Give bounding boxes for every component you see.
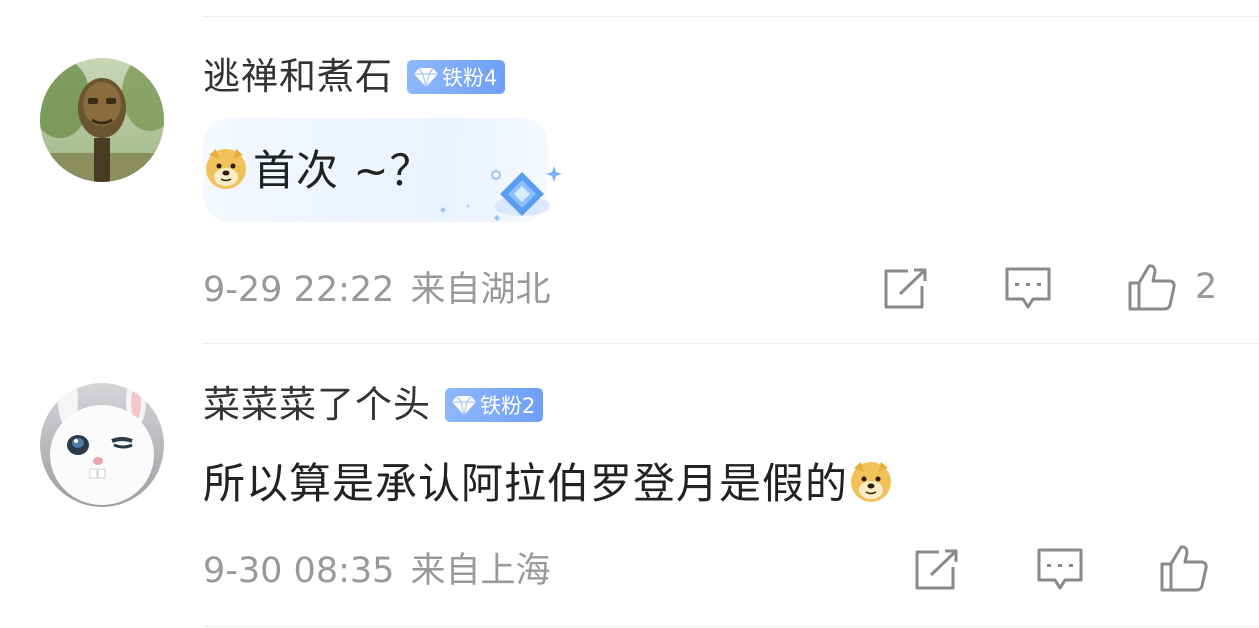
thumbs-up-icon bbox=[1160, 545, 1208, 592]
repost-button[interactable] bbox=[882, 268, 928, 310]
doge-emoji-icon bbox=[851, 461, 892, 502]
repost-button[interactable] bbox=[913, 549, 959, 591]
comment-meta: 9-29 22:22 来自湖北 bbox=[203, 266, 550, 314]
comment-location: 来自湖北 bbox=[410, 270, 551, 310]
fan-badge[interactable]: 铁粉4 bbox=[407, 60, 506, 94]
thumbs-up-icon bbox=[1128, 264, 1176, 311]
username-row: 逃禅和煮石 铁粉4 bbox=[203, 52, 506, 102]
bubble-diamond-decoration bbox=[440, 166, 562, 221]
comment-item: 逃禅和煮石 铁粉4 首次 ~？ 9-29 22:22 来自湖北 2 bbox=[0, 0, 1259, 343]
username-row: 菜菜菜了个头 铁粉2 bbox=[203, 380, 544, 430]
comment-text: 所以算是承认阿拉伯罗登月是假的 bbox=[203, 459, 849, 508]
fan-badge-label: 铁粉4 bbox=[442, 66, 498, 90]
like-button[interactable]: 2 bbox=[1127, 262, 1217, 312]
fan-badge-label: 铁粉2 bbox=[480, 394, 536, 418]
comment-item: 菜菜菜了个头 铁粉2 所以算是承认阿拉伯罗登月是假的 9-30 08:35 来自… bbox=[0, 344, 1259, 628]
username[interactable]: 逃禅和煮石 bbox=[203, 52, 393, 102]
divider bbox=[203, 626, 1259, 627]
comment-icon bbox=[1037, 548, 1083, 590]
comment-time: 9-29 22:22 bbox=[203, 270, 395, 310]
comment-content: 所以算是承认阿拉伯罗登月是假的 bbox=[203, 450, 894, 511]
reply-button[interactable] bbox=[1004, 266, 1052, 312]
like-count: 2 bbox=[1195, 267, 1218, 307]
doge-emoji-icon bbox=[206, 148, 246, 189]
avatar[interactable] bbox=[40, 383, 164, 507]
fan-badge[interactable]: 铁粉2 bbox=[445, 388, 544, 422]
share-icon bbox=[884, 268, 927, 309]
share-icon bbox=[915, 549, 958, 590]
comment-time: 9-30 08:35 bbox=[203, 551, 395, 591]
avatar[interactable] bbox=[40, 58, 164, 182]
comment-location: 来自上海 bbox=[410, 551, 551, 591]
like-button[interactable] bbox=[1159, 543, 1209, 593]
diamond-icon bbox=[452, 395, 476, 416]
reply-button[interactable] bbox=[1036, 547, 1084, 593]
comment-list: 逃禅和煮石 铁粉4 首次 ~？ 9-29 22:22 来自湖北 2 菜菜菜了个头… bbox=[0, 0, 1259, 628]
username[interactable]: 菜菜菜了个头 bbox=[203, 380, 431, 430]
comment-text: 首次 ~？ bbox=[253, 146, 433, 195]
comment-meta: 9-30 08:35 来自上海 bbox=[203, 547, 550, 595]
comment-icon bbox=[1005, 267, 1051, 309]
diamond-icon bbox=[414, 67, 438, 88]
comment-content: 首次 ~？ bbox=[203, 137, 433, 198]
